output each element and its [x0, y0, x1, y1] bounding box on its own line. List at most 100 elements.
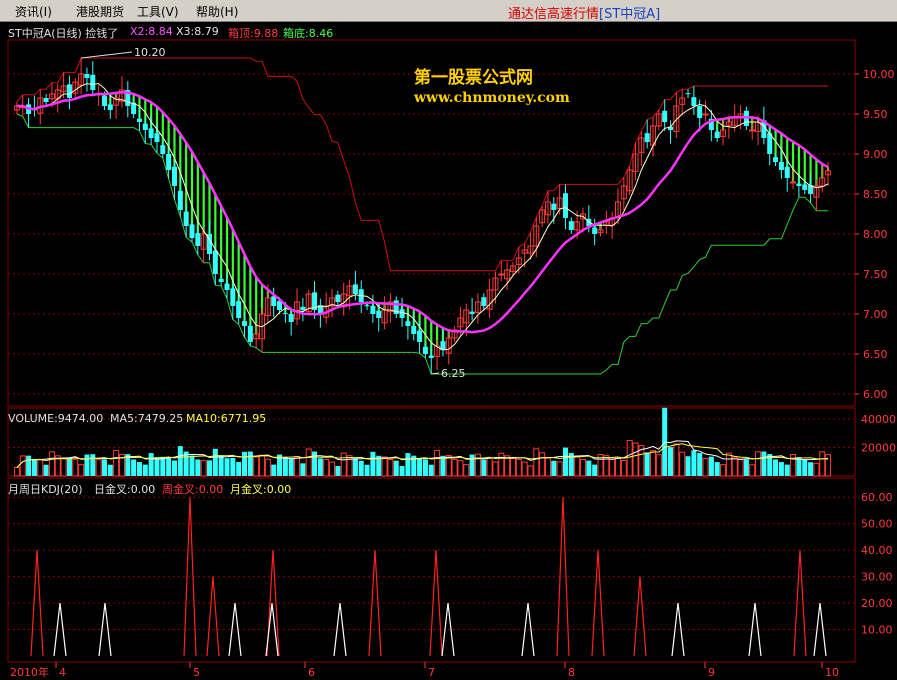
volume-bar — [26, 455, 32, 476]
volume-bar — [521, 461, 528, 477]
kdj-red-spike — [30, 550, 44, 657]
volume-bar — [626, 439, 633, 477]
candle-body — [592, 227, 598, 234]
volume-bar — [387, 459, 394, 477]
volume-bar — [84, 454, 90, 476]
candle-body — [702, 113, 709, 116]
time-tick-label: 6 — [308, 666, 315, 679]
volume-bar — [224, 458, 230, 476]
volume-bar — [236, 461, 242, 476]
volume-bar — [312, 451, 318, 476]
volume-bar — [171, 460, 177, 476]
candle-body — [697, 106, 703, 118]
volume-bar — [66, 458, 72, 476]
menu-help[interactable]: 帮助(H) — [196, 3, 238, 20]
volume-bar — [498, 452, 505, 477]
candle-body — [236, 301, 242, 318]
volume-bar — [784, 464, 790, 476]
kdj-red-spike — [206, 576, 220, 657]
volume-bar — [737, 459, 744, 477]
kdj-red-spike — [633, 576, 647, 657]
price-panel-label: ST中冠A(日线) 捡钱了 — [8, 27, 119, 40]
volume-bar — [136, 462, 142, 476]
candle-body — [568, 221, 574, 230]
chart-area[interactable]: 10.00 9.50 9.00 8.50 8.00 7.50 7.00 6.50 6.00 400… — [0, 22, 897, 680]
volume-bar — [755, 451, 762, 477]
volume-bar — [335, 466, 341, 476]
volume-bar — [417, 458, 423, 476]
volume-bar — [556, 461, 563, 477]
box-top-value: 箱顶:9.88 — [228, 27, 279, 40]
price-tick-label: 9.00 — [863, 148, 888, 161]
price-tick-label: 10.00 — [863, 68, 895, 81]
candle-body — [691, 97, 697, 106]
volume-bar — [422, 459, 428, 476]
candle-body — [784, 166, 790, 178]
menu-hk-futures[interactable]: 港股期货 — [76, 3, 124, 20]
volume-bar — [592, 464, 598, 476]
volume-bar — [253, 456, 260, 477]
candle-body — [171, 166, 177, 186]
candle-body — [101, 95, 107, 106]
volume-bar — [107, 464, 113, 476]
volume-bar — [802, 459, 808, 476]
candle-body — [685, 93, 691, 95]
kdj-tick-label: 20.00 — [861, 597, 893, 610]
volume-bar — [131, 459, 137, 476]
volume-bar — [242, 451, 248, 476]
volume-bar — [428, 464, 434, 476]
volume-bar — [381, 456, 388, 477]
volume-bar — [708, 456, 714, 476]
volume-bar — [294, 456, 301, 477]
volume-bar — [749, 464, 756, 477]
candle-body — [562, 193, 568, 218]
candle-body — [66, 84, 72, 98]
volume-bar — [515, 459, 522, 477]
candle-body — [218, 278, 224, 282]
low-price-mark: 6.25 — [441, 367, 466, 380]
volume-bar — [574, 456, 581, 477]
volume-bar — [48, 451, 55, 477]
volume-bar — [154, 457, 160, 476]
ma-long-line — [16, 91, 829, 334]
volume-bar — [668, 447, 674, 476]
volume-bar — [691, 450, 697, 476]
volume-tick-label: 20000 — [861, 442, 896, 455]
volume-bar — [702, 457, 709, 477]
volume-bar — [551, 460, 557, 476]
kdj-monthly: 月金叉:0.00 — [230, 483, 292, 496]
candle-body — [242, 321, 248, 326]
candle-body — [790, 181, 797, 184]
volume-bar — [825, 454, 832, 477]
volume-tick-label: 40000 — [861, 413, 896, 426]
kdj-daily: 日金叉:0.00 — [94, 483, 156, 496]
menu-info[interactable]: 资讯(I) — [15, 3, 52, 20]
volume-bar — [650, 450, 657, 477]
volume-bar — [434, 449, 441, 477]
candle-body — [282, 313, 288, 315]
menu-tools[interactable]: 工具(V) — [137, 3, 179, 20]
candle-body — [43, 98, 49, 102]
volume-bar — [358, 460, 364, 476]
volume-bar — [463, 464, 470, 477]
candle-body — [189, 224, 195, 238]
candle-body — [212, 250, 218, 274]
candle-body — [399, 309, 405, 318]
volume-bar — [90, 454, 96, 476]
volume-bar — [101, 459, 107, 476]
chart-canvas[interactable]: 10.00 9.50 9.00 8.50 8.00 7.50 7.00 6.50 6.00 400… — [0, 22, 897, 680]
time-tick-label: 2010年 — [10, 665, 49, 679]
time-tick-label: 10 — [825, 666, 839, 679]
volume-ma10: MA10:6771.95 — [186, 412, 267, 425]
volume-bar — [451, 459, 458, 477]
volume-bar — [352, 458, 358, 476]
volume-bar — [778, 462, 784, 476]
candle-body — [796, 183, 802, 186]
volume-bar — [743, 459, 749, 476]
kdj-label: 月周日KDJ(20) — [8, 483, 83, 496]
volume-bar — [218, 455, 224, 476]
box-bottom-band — [16, 113, 829, 375]
candle-body — [166, 154, 172, 170]
volume-bar — [620, 459, 627, 477]
volume-bar — [492, 461, 499, 477]
